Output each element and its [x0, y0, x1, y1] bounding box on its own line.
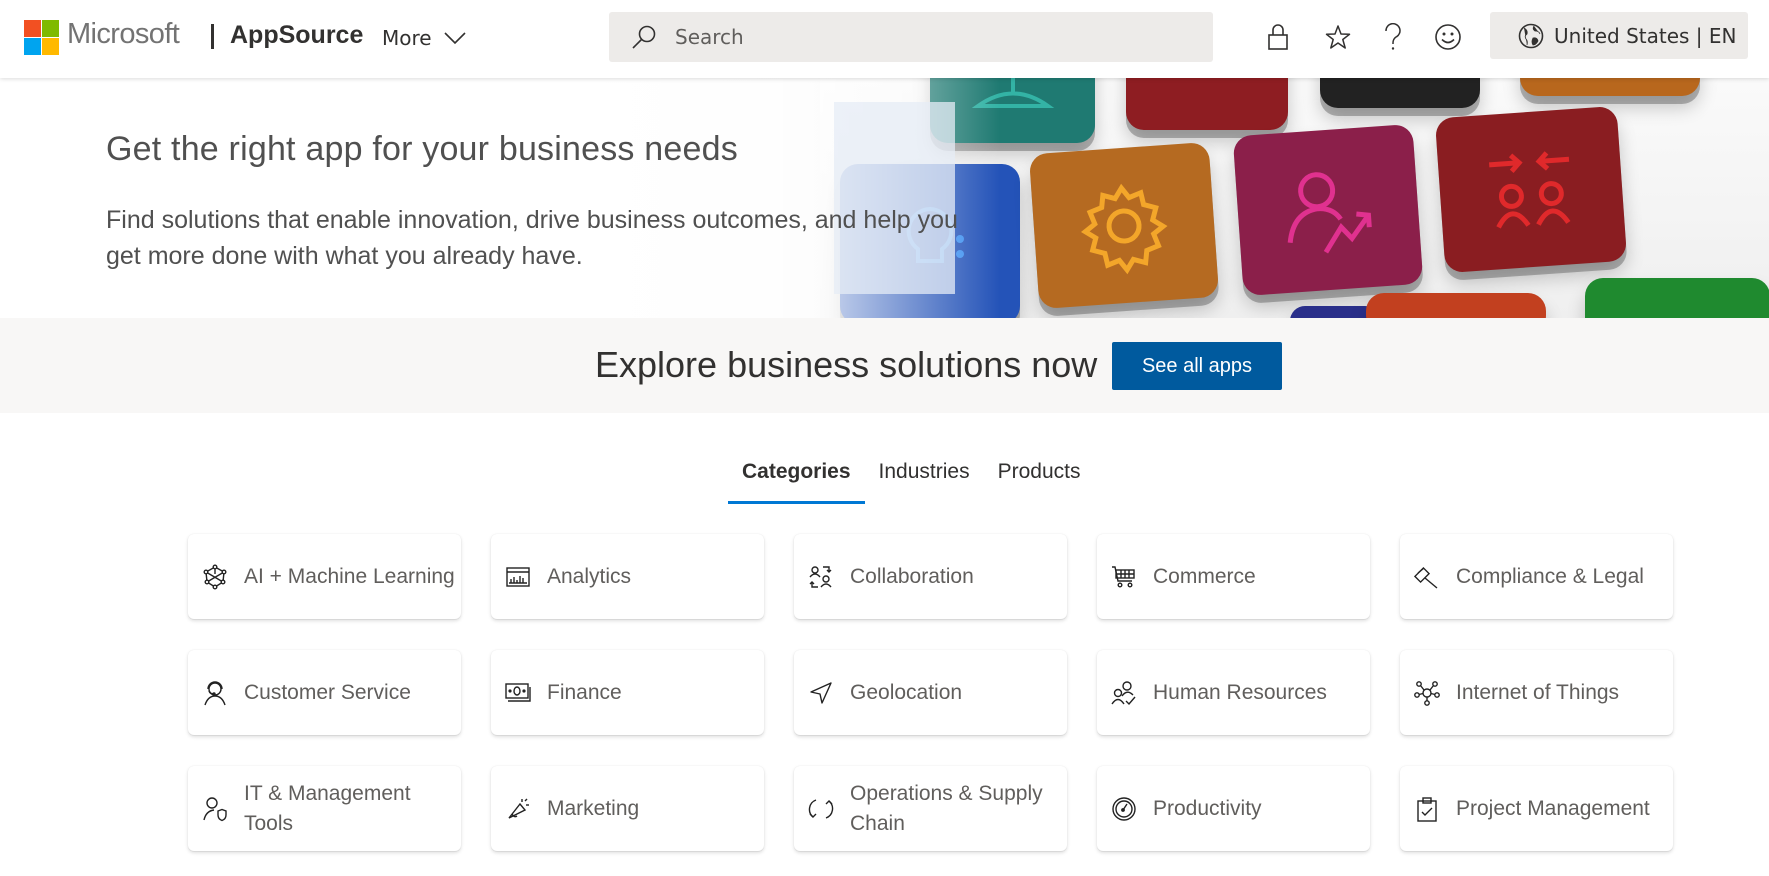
category-card-human-resources[interactable]: Human Resources	[1097, 650, 1370, 735]
tile-red-top	[1126, 78, 1288, 130]
neural-network-icon	[202, 564, 228, 590]
category-card-collaboration[interactable]: Collaboration	[794, 534, 1067, 619]
category-label: Marketing	[547, 796, 640, 820]
explore-title: Explore business solutions now	[595, 344, 1098, 385]
category-card-it-management-tools[interactable]: IT & Management Tools	[188, 766, 461, 851]
category-tabs: Categories Industries Products	[728, 456, 1094, 504]
shopping-cart-icon	[1111, 564, 1137, 590]
lock-icon[interactable]	[1261, 20, 1295, 54]
category-label: Collaboration	[850, 564, 974, 588]
category-label: Internet of Things	[1456, 680, 1620, 704]
more-label: More	[382, 26, 432, 50]
microsoft-wordmark[interactable]: Microsoft	[67, 18, 180, 51]
locale-selector-button[interactable]: United States | EN	[1490, 12, 1748, 59]
category-label: Project Management	[1456, 796, 1650, 820]
more-menu-button[interactable]: More	[382, 26, 466, 50]
category-label: IT & Management Tools	[244, 781, 411, 835]
chevron-down-icon	[444, 32, 466, 45]
logo-square-green	[42, 20, 59, 37]
category-card-customer-service[interactable]: Customer Service	[188, 650, 461, 735]
hero-subtitle: Find solutions that enable innovation, d…	[106, 206, 958, 270]
logo-square-red	[24, 20, 41, 37]
gavel-icon	[1414, 564, 1440, 590]
category-card-productivity[interactable]: Productivity	[1097, 766, 1370, 851]
tile-orange-top	[1520, 78, 1700, 96]
collaboration-people-icon	[808, 564, 834, 590]
location-arrow-icon	[808, 680, 834, 706]
category-card-geolocation[interactable]: Geolocation	[794, 650, 1067, 735]
category-card-operations-supply-chain[interactable]: Operations & Supply Chain	[794, 766, 1067, 851]
category-label: Finance	[547, 680, 622, 704]
tile-orange-gear	[1028, 141, 1220, 310]
globe-icon	[1518, 23, 1544, 48]
logo-square-yellow	[42, 38, 59, 55]
category-card-finance[interactable]: Finance	[491, 650, 764, 735]
hero-title: Get the right app for your business need…	[106, 130, 738, 168]
category-label: Compliance & Legal	[1456, 564, 1644, 588]
tab-industries[interactable]: Industries	[865, 456, 984, 504]
category-card-ai-machine-learning[interactable]: AI + Machine Learning	[188, 534, 461, 619]
search-icon	[632, 25, 656, 49]
category-label: Commerce	[1153, 564, 1256, 588]
category-label: Productivity	[1153, 796, 1262, 820]
category-grid: AI + Machine Learning Analytics Collabor…	[188, 534, 1673, 851]
category-label: Operations & Supply Chain	[850, 781, 1043, 835]
category-card-commerce[interactable]: Commerce	[1097, 534, 1370, 619]
category-label: Human Resources	[1153, 680, 1327, 704]
star-icon[interactable]	[1321, 20, 1355, 54]
iot-hub-icon	[1414, 680, 1440, 706]
category-label: Analytics	[547, 564, 632, 588]
hero-banner: Get the right app for your business need…	[0, 78, 1769, 318]
category-card-internet-of-things[interactable]: Internet of Things	[1400, 650, 1673, 735]
category-card-compliance-legal[interactable]: Compliance & Legal	[1400, 534, 1673, 619]
microsoft-logo-icon[interactable]	[24, 20, 59, 55]
sync-arrows-icon	[808, 796, 834, 822]
tile-green-bottom	[1585, 278, 1769, 318]
tile-black	[1320, 78, 1480, 108]
category-card-project-management[interactable]: Project Management	[1400, 766, 1673, 851]
category-card-marketing[interactable]: Marketing	[491, 766, 764, 851]
feedback-smiley-icon[interactable]	[1431, 20, 1465, 54]
money-bill-icon	[505, 680, 531, 706]
analytics-chart-icon	[505, 564, 531, 590]
category-label: Geolocation	[850, 680, 963, 704]
brand-divider	[211, 24, 214, 49]
category-label: AI + Machine Learning	[244, 564, 455, 588]
tab-categories[interactable]: Categories	[728, 456, 865, 504]
top-nav-bar: Microsoft AppSource More United States |…	[0, 0, 1769, 78]
search-input[interactable]	[675, 25, 1195, 49]
explore-band: Explore business solutions now See all a…	[0, 318, 1769, 413]
megaphone-icon	[505, 796, 531, 822]
locale-label: United States | EN	[1554, 23, 1737, 48]
logo-square-blue	[24, 38, 41, 55]
see-all-apps-button[interactable]: See all apps	[1112, 342, 1282, 390]
clipboard-check-icon	[1414, 796, 1440, 822]
category-card-analytics[interactable]: Analytics	[491, 534, 764, 619]
appsource-home-link[interactable]: AppSource	[230, 21, 363, 50]
help-icon[interactable]	[1376, 20, 1410, 54]
people-check-icon	[1111, 680, 1137, 706]
headset-person-icon	[202, 680, 228, 706]
category-label: Customer Service	[244, 680, 411, 704]
search-box[interactable]	[609, 12, 1213, 62]
tab-products[interactable]: Products	[984, 456, 1095, 504]
person-shield-icon	[202, 796, 228, 822]
gauge-icon	[1111, 796, 1137, 822]
tile-orange-bottom	[1366, 293, 1546, 318]
tile-red-people	[1434, 105, 1628, 274]
tile-magenta-person	[1232, 123, 1424, 297]
